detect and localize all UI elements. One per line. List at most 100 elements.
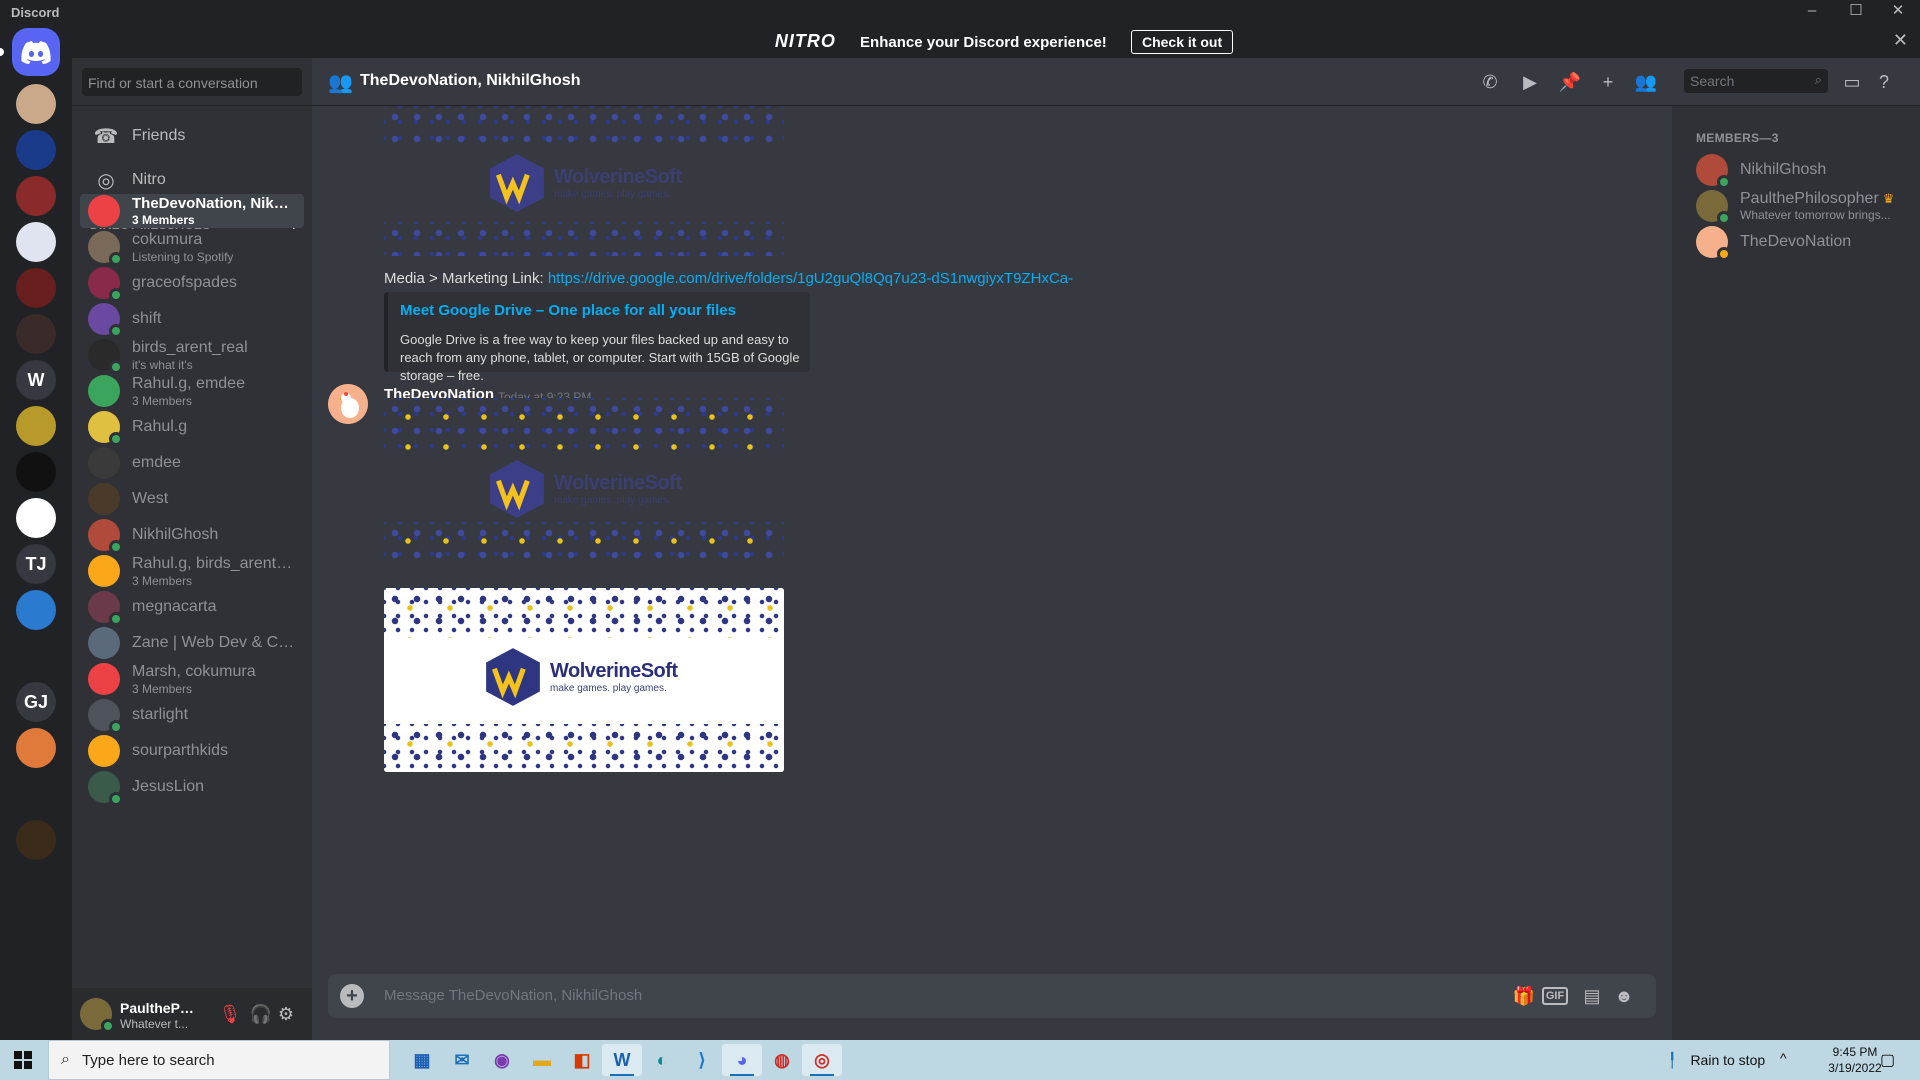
dm-item[interactable]: Rahul.g	[80, 410, 304, 446]
gif-button[interactable]: GIF	[1542, 987, 1568, 1005]
help-icon[interactable]: ?	[1872, 70, 1896, 94]
notification-icon[interactable]: ▢	[1880, 1050, 1895, 1070]
dm-item[interactable]: JesusLion	[80, 770, 304, 806]
edge-icon[interactable]: ◐	[642, 1044, 682, 1076]
vscode-icon[interactable]: ⟩	[682, 1044, 722, 1076]
status-online-icon	[109, 288, 123, 302]
server-icon[interactable]: GJ	[16, 682, 56, 722]
dm-item[interactable]: emdee	[80, 446, 304, 480]
dm-item[interactable]: NikhilGhosh	[80, 518, 304, 554]
brand-name: WolverineSoft	[550, 660, 678, 682]
server-icon[interactable]	[16, 130, 56, 170]
image-pattern	[384, 222, 784, 256]
discord-icon[interactable]: ◕	[722, 1044, 762, 1076]
dm-item[interactable]: Rahul.g, birds_arent_r... 3 Members	[80, 554, 304, 588]
dm-item[interactable]: megnacarta	[80, 590, 304, 626]
gift-icon[interactable]: 🎁	[1512, 984, 1536, 1008]
inbox-icon[interactable]: ▭	[1840, 70, 1864, 94]
server-icon[interactable]	[16, 452, 56, 492]
dm-item[interactable]: birds_arent_real it's what it's	[80, 338, 304, 374]
image-pattern	[384, 398, 784, 450]
find-conversation-input[interactable]: Find or start a conversation	[82, 68, 302, 96]
search-input[interactable]: Search ⌕	[1684, 69, 1828, 93]
taskbar-search-input[interactable]: ⌕ Type here to search	[48, 1040, 390, 1080]
emoji-icon[interactable]: ☻	[1612, 984, 1636, 1008]
chrome-icon[interactable]: ◎	[802, 1044, 842, 1076]
podcast-icon[interactable]: ◉	[482, 1044, 522, 1076]
dm-text: TheDevoNation, Nikhi... 3 Members	[132, 195, 297, 227]
server-icon[interactable]	[16, 222, 56, 262]
dm-item[interactable]: TheDevoNation, Nikhi... 3 Members	[80, 194, 304, 228]
server-icon[interactable]: W	[16, 360, 56, 400]
dm-item[interactable]: Rahul.g, emdee 3 Members	[80, 374, 304, 408]
home-button[interactable]	[12, 28, 60, 76]
close-window-button[interactable]: ✕	[1876, 0, 1920, 22]
user-avatar[interactable]	[80, 998, 115, 1033]
dm-item[interactable]: graceofspades	[80, 266, 304, 302]
chevron-up-icon[interactable]: ^	[1780, 1050, 1787, 1066]
dm-item[interactable]: West	[80, 482, 304, 516]
server-icon[interactable]	[16, 268, 56, 308]
server-icon[interactable]	[16, 314, 56, 354]
status-online-icon	[109, 360, 123, 374]
user-settings-gear-icon[interactable]: ⚙	[274, 1002, 298, 1026]
file-explorer-icon[interactable]: ▦	[402, 1044, 442, 1076]
server-icon[interactable]	[16, 406, 56, 446]
embed-title[interactable]: Meet Google Drive – One place for all yo…	[400, 302, 798, 319]
media-icon[interactable]: ◍	[762, 1044, 802, 1076]
minimize-button[interactable]: –	[1790, 0, 1834, 22]
upload-plus-icon[interactable]: +	[340, 984, 364, 1008]
folder-icon[interactable]: ▬	[522, 1044, 562, 1076]
member-name-row: TheDevoNation	[1740, 233, 1851, 251]
dm-item[interactable]: starlight	[80, 698, 304, 734]
server-icon[interactable]	[16, 774, 56, 814]
nav-friends[interactable]: ☎ Friends	[80, 115, 304, 157]
author-avatar[interactable]	[328, 384, 368, 424]
dm-name: NikhilGhosh	[132, 526, 219, 543]
message-image-white[interactable]: WolverineSoft make games. play games.	[384, 588, 784, 772]
mail-icon[interactable]: ✉	[442, 1044, 482, 1076]
server-icon[interactable]	[16, 728, 56, 768]
user-custom-status: Whatever t...	[120, 1017, 189, 1031]
pinned-messages-icon[interactable]: 📌	[1558, 70, 1582, 94]
dm-item[interactable]: Marsh, cokumura 3 Members	[80, 662, 304, 696]
dm-item[interactable]: cokumura Listening to Spotify	[80, 230, 304, 266]
office-icon[interactable]: ◧	[562, 1044, 602, 1076]
sticker-icon[interactable]: ▤	[1580, 984, 1604, 1008]
server-icon[interactable]	[16, 176, 56, 216]
server-icon[interactable]	[16, 590, 56, 630]
word-icon[interactable]: W	[602, 1044, 642, 1076]
server-icon[interactable]	[16, 820, 56, 860]
embed-description: Google Drive is a free way to keep your …	[400, 332, 800, 383]
drive-link[interactable]: https://drive.google.com/drive/folders/1…	[548, 270, 1073, 287]
check-it-out-button[interactable]: Check it out	[1130, 30, 1234, 54]
server-icon[interactable]	[16, 498, 56, 538]
dm-text: Rahul.g, birds_arent_r... 3 Members	[132, 555, 297, 588]
dm-item[interactable]: shift	[80, 302, 304, 338]
windows-start-button[interactable]	[0, 1040, 46, 1080]
message-input[interactable]: Message TheDevoNation, NikhilGhosh	[384, 987, 642, 1004]
message-image[interactable]: WolverineSoft make games. play games.	[384, 106, 784, 256]
member-item[interactable]: TheDevoNation	[1696, 220, 1920, 264]
weather-widget[interactable]: ╿ Rain to stop	[1668, 1040, 1765, 1080]
member-list-icon[interactable]: 👥	[1634, 70, 1658, 94]
start-voice-call-icon[interactable]: ✆	[1478, 70, 1502, 94]
message-composer[interactable]: + Message TheDevoNation, NikhilGhosh 🎁 G…	[328, 974, 1656, 1018]
server-icon[interactable]	[16, 636, 56, 676]
wolverinesoft-logo-mark	[486, 648, 540, 706]
mute-microphone-icon[interactable]: 🎙	[218, 1002, 242, 1026]
dm-name: birds_arent_real	[132, 338, 248, 356]
message-image[interactable]: WolverineSoft make games. play games.	[384, 398, 784, 568]
start-video-call-icon[interactable]: ▶	[1518, 70, 1542, 94]
dm-item[interactable]: Zane | Web Dev & Co...	[80, 626, 304, 660]
server-icon[interactable]: TJ	[16, 544, 56, 584]
dm-name: TheDevoNation, Nikhi...	[132, 195, 297, 212]
dm-item[interactable]: sourparthkids	[80, 734, 304, 768]
close-banner-icon[interactable]: ✕	[1893, 30, 1908, 51]
deafen-headphones-icon[interactable]: 🎧	[249, 1002, 273, 1026]
add-friends-to-dm-icon[interactable]: +	[1596, 70, 1620, 94]
maximize-button[interactable]: ☐	[1834, 0, 1878, 22]
members-header: MEMBERS—3	[1696, 131, 1779, 145]
server-icon[interactable]	[16, 84, 56, 124]
dm-subtext: it's what it's	[132, 357, 193, 372]
